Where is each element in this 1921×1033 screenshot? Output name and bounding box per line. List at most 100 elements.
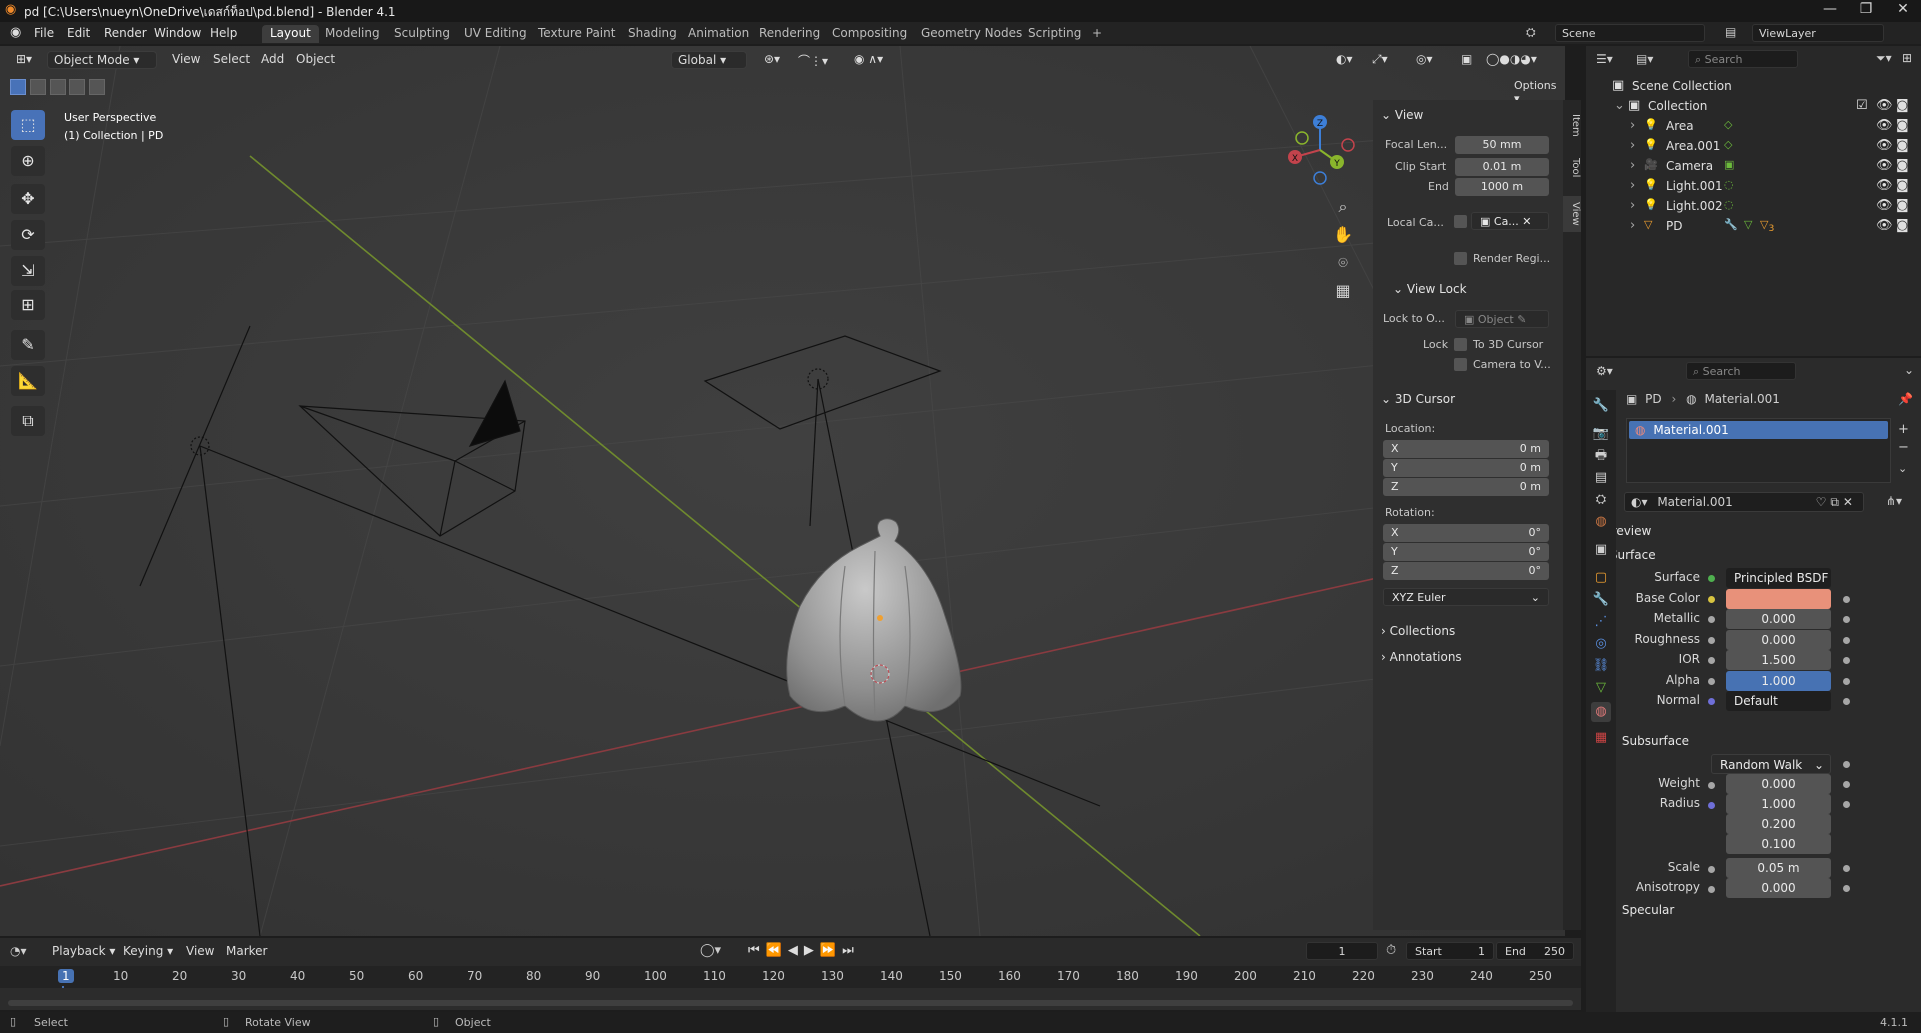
eyedropper-icon[interactable]: ✎ xyxy=(1517,313,1526,326)
tab-geometry-nodes[interactable]: Geometry Nodes xyxy=(913,25,1030,43)
collections-section-header[interactable]: › Collections xyxy=(1381,624,1455,638)
outliner-item[interactable]: › 💡 Area ◇ 👁 ◙ xyxy=(1586,116,1921,136)
visibility-eye-icon[interactable]: 👁 xyxy=(1876,138,1893,153)
navigation-gizmo[interactable]: Z X Y xyxy=(1280,110,1360,190)
cursor-location-z[interactable]: Z 0 m xyxy=(1383,478,1549,496)
snap-icon[interactable]: ⌒⋮▾ xyxy=(792,51,834,69)
visibility-eye-icon[interactable]: 👁 xyxy=(1876,198,1893,213)
add-slot-icon[interactable]: + xyxy=(1898,422,1909,437)
viewport-menu-add[interactable]: Add xyxy=(255,51,290,69)
cursor-rotation-y[interactable]: Y 0° xyxy=(1383,543,1549,561)
normal-field[interactable]: Default xyxy=(1726,691,1831,711)
keyframe-dot[interactable] xyxy=(1843,657,1850,664)
viewport-menu-object[interactable]: Object xyxy=(290,51,341,69)
material-slot-item[interactable]: ◍ Material.001 xyxy=(1629,421,1888,439)
radius-b-field[interactable]: 0.100 xyxy=(1726,834,1831,854)
scale-tool[interactable]: ⇲ xyxy=(11,256,45,286)
camera-view-icon[interactable]: ⌾ xyxy=(1330,250,1356,276)
timeline-scrollbar[interactable] xyxy=(8,1000,1573,1006)
local-camera-field[interactable]: ▣ Ca... ✕ xyxy=(1471,212,1549,230)
menu-window[interactable]: Window xyxy=(154,26,201,40)
keyframe-dot[interactable] xyxy=(1843,801,1850,808)
cursor-rotation-x[interactable]: X 0° xyxy=(1383,524,1549,542)
tab-view[interactable]: View xyxy=(1563,196,1581,232)
blender-menu-icon[interactable]: ◉ xyxy=(10,25,21,40)
render-camera-icon[interactable]: ◙ xyxy=(1896,138,1909,153)
rotation-mode-dropdown[interactable]: XYZ Euler ⌄ xyxy=(1383,588,1549,606)
zoom-icon[interactable]: ⌕ xyxy=(1330,194,1356,220)
browse-material-icon[interactable]: ◐▾ xyxy=(1631,495,1648,509)
subsurface-method-dropdown[interactable]: Random Walk ⌄ xyxy=(1711,754,1831,774)
anisotropy-field[interactable]: 0.000 xyxy=(1726,878,1831,898)
cursor-tool[interactable]: ⊕ xyxy=(11,146,45,176)
material-tab-icon[interactable]: ◍ xyxy=(1591,702,1611,722)
render-camera-icon[interactable]: ◙ xyxy=(1896,178,1909,193)
3d-viewport[interactable]: ⊞▾ Object Mode ▾ View Select Add Object … xyxy=(0,46,1565,936)
menu-file[interactable]: File xyxy=(34,26,54,40)
auto-keying-icon[interactable]: ◯▾ xyxy=(700,943,721,958)
scale-field[interactable]: 0.05 m xyxy=(1726,858,1831,878)
timeline-menu-playback[interactable]: Playback ▾ xyxy=(52,944,115,958)
material-actions-icon[interactable]: ♡⧉✕ xyxy=(1816,495,1857,510)
add-cube-tool[interactable]: ⧉ xyxy=(11,406,45,436)
keyframe-dot[interactable] xyxy=(1843,616,1850,623)
clip-end-field[interactable]: 1000 m xyxy=(1455,178,1549,196)
select-box-tool[interactable]: ⬚ xyxy=(11,110,45,140)
weight-field[interactable]: 0.000 xyxy=(1726,774,1831,794)
metallic-field[interactable]: 0.000 xyxy=(1726,609,1831,629)
ior-field[interactable]: 1.500 xyxy=(1726,650,1831,670)
viewport-menu-select[interactable]: Select xyxy=(207,51,256,69)
render-tab-icon[interactable]: 📷 xyxy=(1591,424,1611,444)
socket-dot[interactable] xyxy=(1708,866,1715,873)
menu-render[interactable]: Render xyxy=(104,26,147,40)
view-layer-selector[interactable]: ViewLayer xyxy=(1752,24,1884,42)
keyframe-dot[interactable] xyxy=(1843,677,1850,685)
point-light-data-icon[interactable]: ◌ xyxy=(1724,198,1734,211)
expand-chevron-icon[interactable]: › xyxy=(1630,178,1635,193)
render-camera-icon[interactable]: ◙ xyxy=(1896,218,1909,233)
socket-dot[interactable] xyxy=(1708,595,1715,603)
modifier-icon[interactable]: 🔧 xyxy=(1724,218,1738,231)
add-workspace-button[interactable]: + xyxy=(1084,25,1110,43)
maximize-button[interactable]: ❐ xyxy=(1856,1,1876,17)
properties-editor-type-icon[interactable]: ⚙▾ xyxy=(1596,364,1613,378)
annotate-tool[interactable]: ✎ xyxy=(11,330,45,360)
mesh-data-icon[interactable]: ▽ xyxy=(1744,218,1752,231)
area-light-data-icon[interactable]: ◇ xyxy=(1724,118,1732,131)
material-count-icon[interactable]: ▽3 xyxy=(1760,218,1774,234)
socket-dot[interactable] xyxy=(1708,616,1715,623)
area-light-data-icon[interactable]: ◇ xyxy=(1724,138,1732,151)
material-datablock-field[interactable]: ◐▾ Material.001 ♡⧉✕ xyxy=(1624,492,1864,512)
tab-rendering[interactable]: Rendering xyxy=(751,25,828,43)
filter-icon[interactable]: ⏷▾ xyxy=(1876,51,1892,66)
tab-modeling[interactable]: Modeling xyxy=(317,25,388,43)
clip-start-field[interactable]: 0.01 m xyxy=(1455,158,1549,176)
measure-tool[interactable]: 📐 xyxy=(11,366,45,396)
scene-icon[interactable]: ⛭ xyxy=(1526,25,1536,40)
pin-icon[interactable]: 📌 xyxy=(1898,392,1913,406)
transform-orientation-selector[interactable]: Global ▾ xyxy=(671,51,747,69)
outliner-editor-type-icon[interactable]: ☰▾ xyxy=(1596,52,1613,66)
render-camera-icon[interactable]: ◙ xyxy=(1896,158,1909,173)
scene-tab-icon[interactable]: ⛭ xyxy=(1591,490,1611,510)
keyframe-dot[interactable] xyxy=(1843,781,1850,788)
tab-texture-paint[interactable]: Texture Paint xyxy=(530,25,623,43)
tab-shading[interactable]: Shading xyxy=(620,25,685,43)
cursor-location-x[interactable]: X 0 m xyxy=(1383,440,1549,458)
start-frame-field[interactable]: Start 1 xyxy=(1406,942,1494,960)
physics-tab-icon[interactable]: ◎ xyxy=(1591,634,1611,654)
radius-g-field[interactable]: 0.200 xyxy=(1726,814,1831,834)
outliner-collection[interactable]: ⌄ ▣ Collection ☑ 👁 ◙ xyxy=(1586,96,1921,116)
collection-tab-icon[interactable]: ▣ xyxy=(1591,540,1611,560)
keyframe-dot[interactable] xyxy=(1843,885,1850,892)
playback-controls[interactable]: ⏮⏪◀▶⏩⏭ xyxy=(748,943,860,958)
display-mode-icon[interactable]: ▤▾ xyxy=(1636,52,1653,66)
focal-length-field[interactable]: 50 mm xyxy=(1455,136,1549,154)
visibility-eye-icon[interactable]: 👁 xyxy=(1876,178,1893,193)
lock-to-cursor-checkbox[interactable] xyxy=(1454,338,1467,351)
annotations-section-header[interactable]: › Annotations xyxy=(1381,650,1462,664)
hand-pan-icon[interactable]: ✋ xyxy=(1330,222,1356,248)
modifier-tab-icon[interactable]: 🔧 xyxy=(1591,590,1611,610)
expand-chevron-icon[interactable]: ⌄ xyxy=(1614,98,1625,113)
visibility-eye-icon[interactable]: 👁 xyxy=(1876,158,1893,173)
